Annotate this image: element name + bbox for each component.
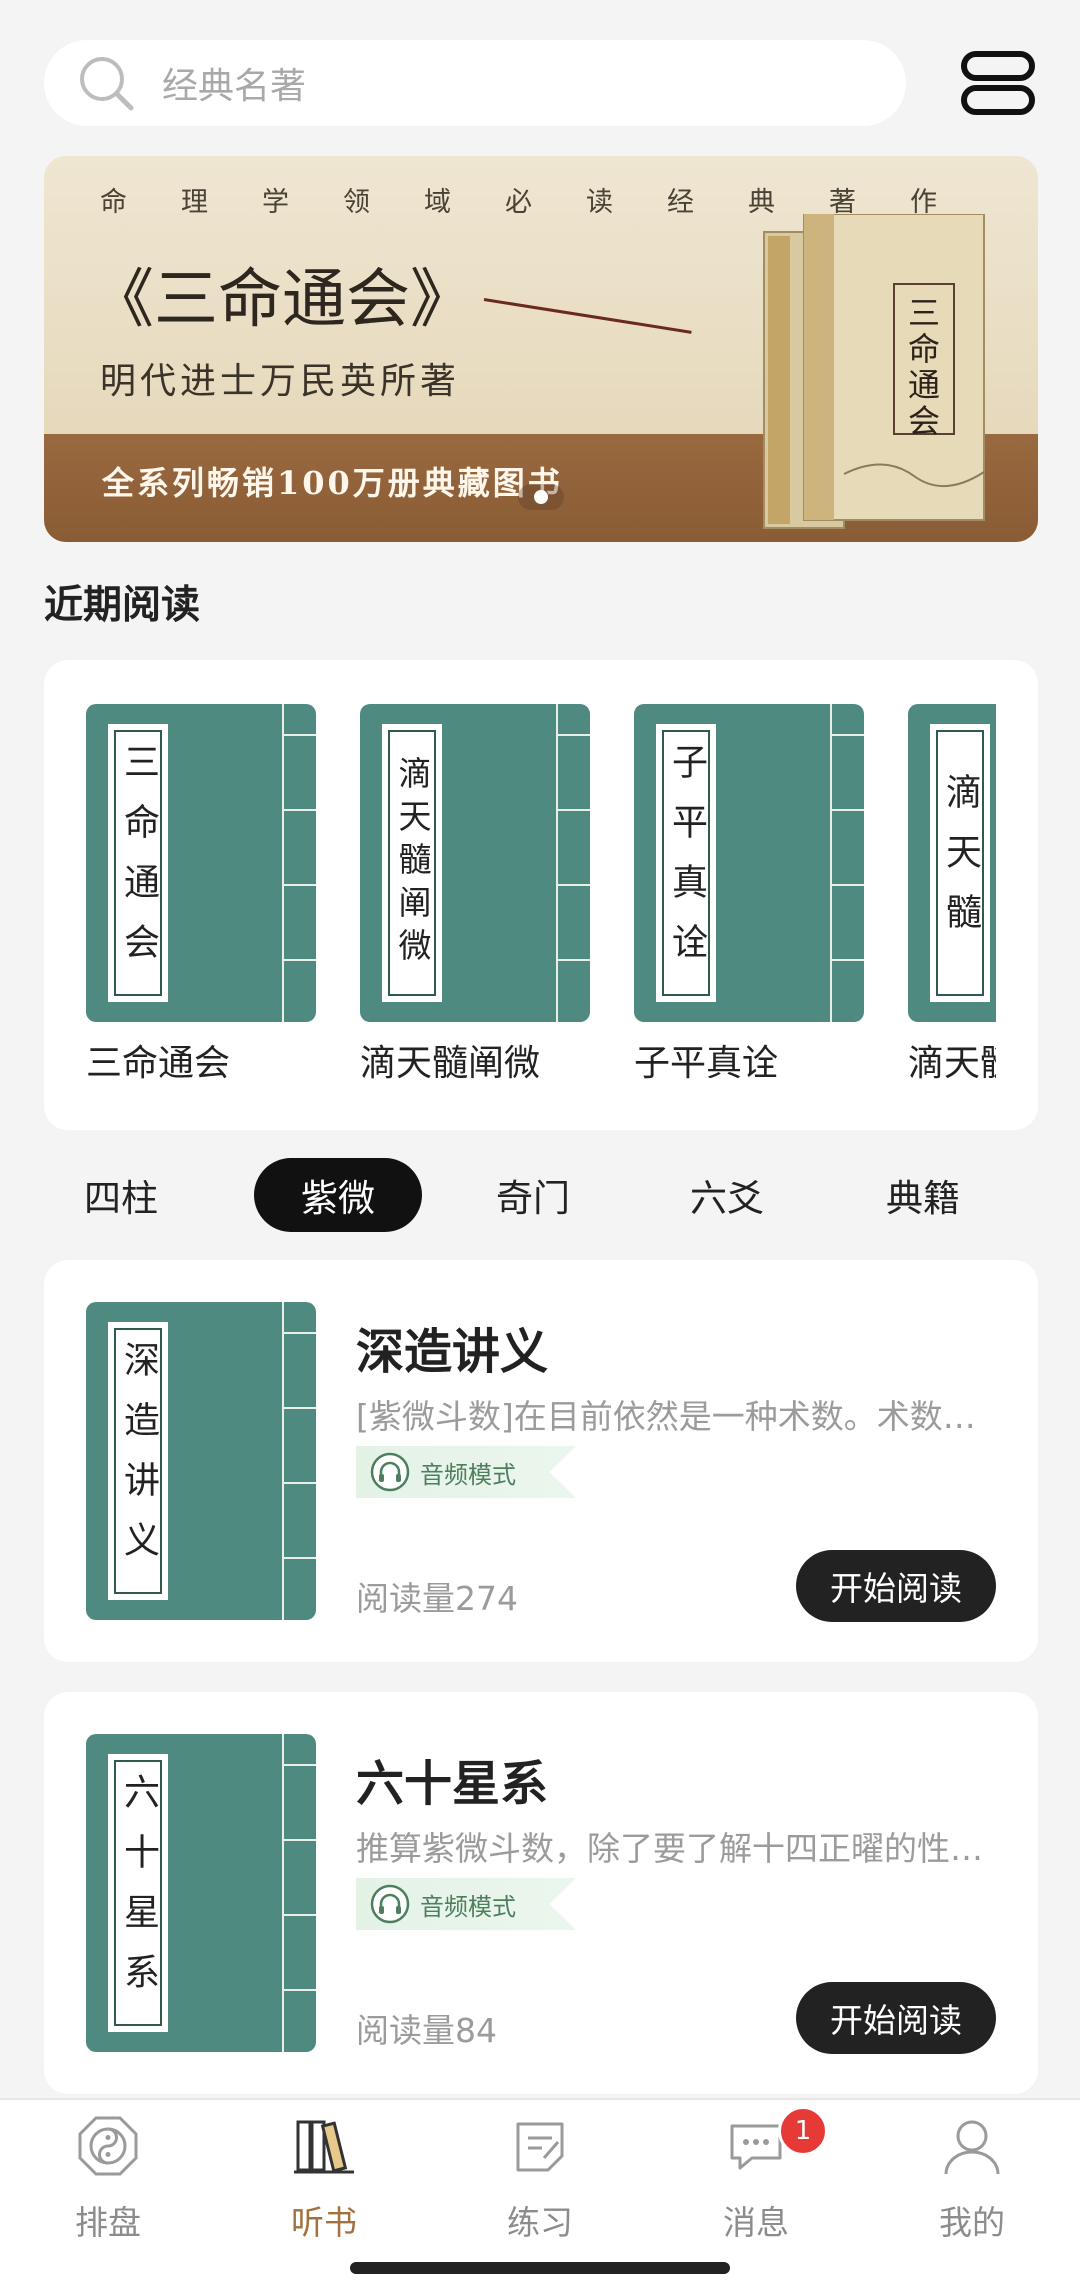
banner-decor-line xyxy=(483,298,692,334)
nav-label: 练习 xyxy=(507,2203,573,2242)
recent-item-name: 子平真诠 xyxy=(634,1043,779,1084)
tab-liuyao[interactable]: 六爻 xyxy=(650,1158,804,1232)
recent-reading-card: 三命通会 三命通会 滴天髓阐微 滴天髓阐微 子平真诠 子平真诠 滴天髓 滴天髓 xyxy=(44,660,1038,1130)
read-count: 阅读量274 xyxy=(356,1579,518,1618)
banner-author: 明代进士万民英所著 xyxy=(100,361,461,402)
search-icon xyxy=(80,57,134,111)
nav-item-paipan[interactable]: 排盘 xyxy=(0,2100,216,2250)
banner-page-indicator xyxy=(518,484,564,510)
nav-label: 消息 xyxy=(723,2203,789,2242)
tab-qimen[interactable]: 奇门 xyxy=(456,1158,610,1232)
nav-item-wode[interactable]: 我的 xyxy=(864,2100,1080,2250)
bagua-icon xyxy=(78,2116,138,2176)
search-placeholder: 经典名著 xyxy=(162,66,307,107)
category-tabs: 四柱 紫微 奇门 六爻 典籍 xyxy=(44,1158,1038,1232)
headphones-icon xyxy=(370,1884,410,1924)
book-description: [紫微斗数]在目前依然是一种术数。术数的演化 xyxy=(356,1397,996,1436)
svg-text:三: 三 xyxy=(908,294,940,332)
tab-sizhu[interactable]: 四柱 xyxy=(44,1158,198,1232)
banner-strip-text: 全系列畅销100万册典藏图书 xyxy=(102,464,563,502)
book-list-item[interactable]: 深造讲义 深造讲义 [紫微斗数]在目前依然是一种术数。术数的演化 音频模式 阅读… xyxy=(44,1260,1038,1662)
nav-item-xiaoxi[interactable]: 1 消息 xyxy=(648,2100,864,2250)
home-indicator[interactable] xyxy=(350,2262,730,2274)
nav-item-tingshu[interactable]: 听书 xyxy=(216,2100,432,2250)
nav-item-lianxi[interactable]: 练习 xyxy=(432,2100,648,2250)
book-cover: 滴天髓阐微 xyxy=(360,704,590,1022)
headphones-icon xyxy=(370,1452,410,1492)
banner-title: 《三命通会》 xyxy=(90,263,474,337)
books-icon xyxy=(294,2120,354,2174)
book-cover-title: 子平真诠 xyxy=(666,743,707,983)
start-reading-button[interactable]: 开始阅读 xyxy=(796,1550,996,1622)
svg-text:会: 会 xyxy=(908,402,940,440)
svg-text:通: 通 xyxy=(908,366,940,404)
book-cover-title: 滴天髓阐微 xyxy=(393,755,432,971)
book-title: 深造讲义 xyxy=(356,1324,549,1380)
recent-item-name: 三命通会 xyxy=(86,1043,231,1084)
audio-mode-label: 音频模式 xyxy=(420,1460,516,1489)
user-icon xyxy=(944,2120,1000,2175)
nav-label: 排盘 xyxy=(75,2203,141,2242)
menu-icon[interactable] xyxy=(960,50,1036,116)
tab-ziwei[interactable]: 紫微 xyxy=(254,1158,422,1232)
message-count-badge: 1 xyxy=(778,2106,828,2156)
book-title: 六十星系 xyxy=(356,1756,549,1812)
nav-label: 听书 xyxy=(291,2203,357,2242)
audio-mode-label: 音频模式 xyxy=(420,1892,516,1921)
book-cover: 三命通会 xyxy=(86,704,316,1022)
audio-mode-badge: 音频模式 xyxy=(356,1446,576,1498)
book-cover: 六十星系 xyxy=(86,1734,316,2052)
recent-section-title: 近期阅读 xyxy=(44,583,201,628)
recent-reading-list: 三命通会 三命通会 滴天髓阐微 滴天髓阐微 子平真诠 子平真诠 滴天髓 滴天髓 xyxy=(86,704,996,1104)
book-set-image: 三 命 通 会 xyxy=(763,214,985,529)
recent-item-name: 滴天髓阐微 xyxy=(360,1043,541,1084)
book-cover: 滴天髓 xyxy=(908,704,996,1022)
read-count: 阅读量84 xyxy=(356,2011,497,2050)
book-cover-title: 深造讲义 xyxy=(118,1341,159,1581)
book-cover-title: 三命通会 xyxy=(118,743,159,983)
start-reading-button[interactable]: 开始阅读 xyxy=(796,1982,996,2054)
promo-banner[interactable]: 命理学领域必读经典著作 《三命通会》 明代进士万民英所著 全系列畅销100万册典… xyxy=(44,156,1038,542)
book-cover-title: 六十星系 xyxy=(118,1773,159,2013)
book-cover: 子平真诠 xyxy=(634,704,864,1022)
book-list-item[interactable]: 六十星系 六十星系 推算紫微斗数，除了要了解十四正曜的性质之外 音频模式 阅读量… xyxy=(44,1692,1038,2094)
tab-dianji[interactable]: 典籍 xyxy=(846,1158,1000,1232)
recent-item-name: 滴天髓 xyxy=(908,1043,996,1084)
audio-mode-badge: 音频模式 xyxy=(356,1878,576,1930)
book-cover: 深造讲义 xyxy=(86,1302,316,1620)
nav-label: 我的 xyxy=(939,2203,1005,2242)
search-input[interactable]: 经典名著 xyxy=(44,40,906,126)
book-description: 推算紫微斗数，除了要了解十四正曜的性质之外 xyxy=(356,1829,996,1868)
book-cover-title: 滴天髓 xyxy=(940,773,981,953)
svg-text:命: 命 xyxy=(908,330,940,368)
search-row: 经典名著 xyxy=(44,40,1036,126)
exercise-icon xyxy=(516,2122,564,2172)
